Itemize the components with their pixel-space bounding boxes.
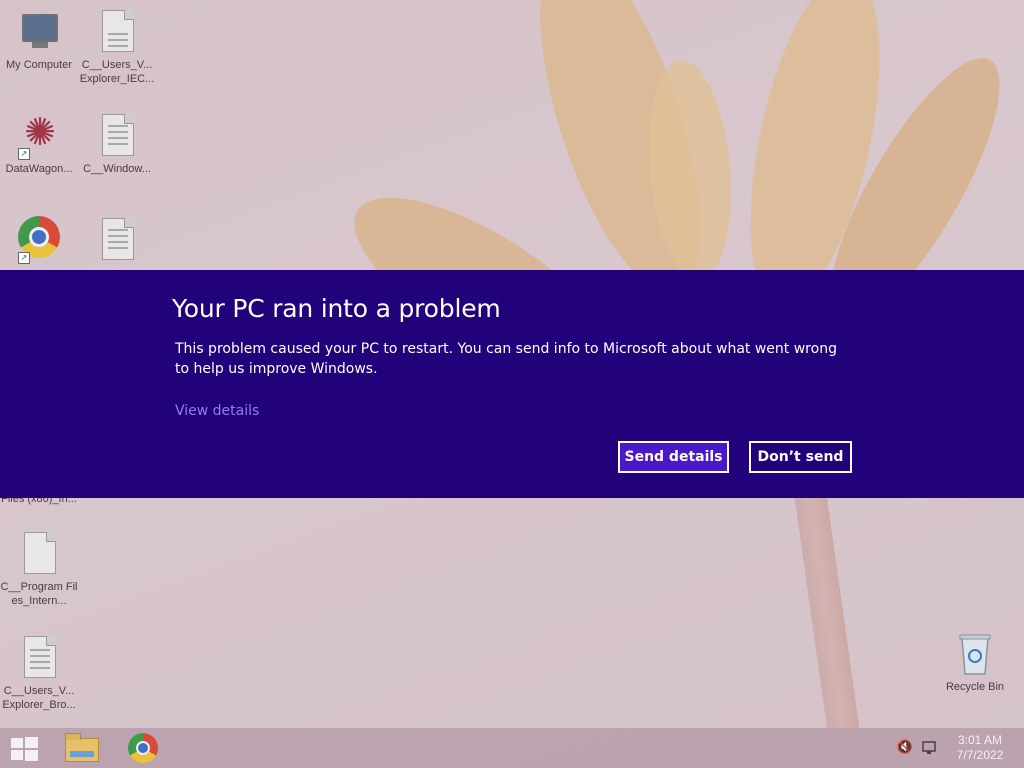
desktop-icon-web-document[interactable]: C__Users_V... Explorer_IEC... [78, 8, 156, 86]
desktop-icon-windows-file[interactable]: C__Window... [78, 112, 156, 176]
desktop-icon-recycle-bin[interactable]: Recycle Bin [936, 630, 1014, 694]
document-icon [96, 216, 138, 262]
datawagon-shortcut-icon: ✺ ↗ [18, 112, 60, 160]
dialog-title: Your PC ran into a problem [172, 294, 501, 323]
document-icon [18, 530, 60, 576]
taskbar-chrome[interactable] [126, 732, 160, 764]
clock-time: 3:01 AM [957, 733, 1003, 747]
desktop-icon-label: C__Users_V... Explorer_Bro... [2, 685, 76, 711]
desktop-icon-label: Recycle Bin [945, 681, 1005, 693]
network-icon[interactable] [921, 740, 939, 756]
dialog-description: This problem caused your PC to restart. … [175, 341, 837, 377]
web-document-icon [96, 8, 138, 54]
dont-send-button[interactable]: Don’t send [749, 441, 852, 473]
clock-date: 7/7/2022 [956, 748, 1004, 762]
taskbar: 🔇 3:01 AM 7/7/2022 [0, 728, 1024, 768]
volume-muted-icon[interactable]: 🔇 [896, 740, 914, 756]
start-button[interactable] [8, 732, 42, 764]
desktop-icon-file[interactable] [78, 216, 156, 262]
taskbar-file-explorer[interactable] [64, 732, 99, 764]
desktop-icon-datawagon[interactable]: ✺ ↗ DataWagon... [0, 112, 78, 176]
taskbar-clock[interactable]: 3:01 AM 7/7/2022 [944, 733, 1016, 763]
desktop-icon-my-computer[interactable]: My Computer [0, 8, 78, 72]
desktop-icon-label: My Computer [5, 59, 73, 71]
send-details-button[interactable]: Send details [618, 441, 729, 473]
desktop-icon-label: C__Program Files_Intern... [0, 581, 78, 607]
desktop-icon-users-file[interactable]: C__Users_V... Explorer_Bro... [0, 634, 78, 712]
document-icon [96, 112, 138, 158]
document-icon [18, 634, 60, 680]
computer-icon [18, 8, 60, 54]
chrome-icon: ↗ [18, 216, 60, 264]
error-dialog-banner: Your PC ran into a problem This problem … [0, 270, 1024, 498]
desktop-icon-label: C__Window... [83, 163, 151, 175]
desktop-icon-chrome[interactable]: ↗ [0, 216, 78, 264]
desktop-icon-label: C__Users_V... Explorer_IEC... [79, 59, 155, 85]
recycle-bin-icon [954, 630, 996, 676]
chrome-icon [128, 733, 158, 763]
desktop-icon-program-files-file[interactable]: C__Program Files_Intern... [0, 530, 78, 608]
view-details-link[interactable]: View details [175, 403, 259, 419]
folder-icon [65, 733, 99, 762]
desktop-icon-label: DataWagon... [5, 163, 73, 175]
